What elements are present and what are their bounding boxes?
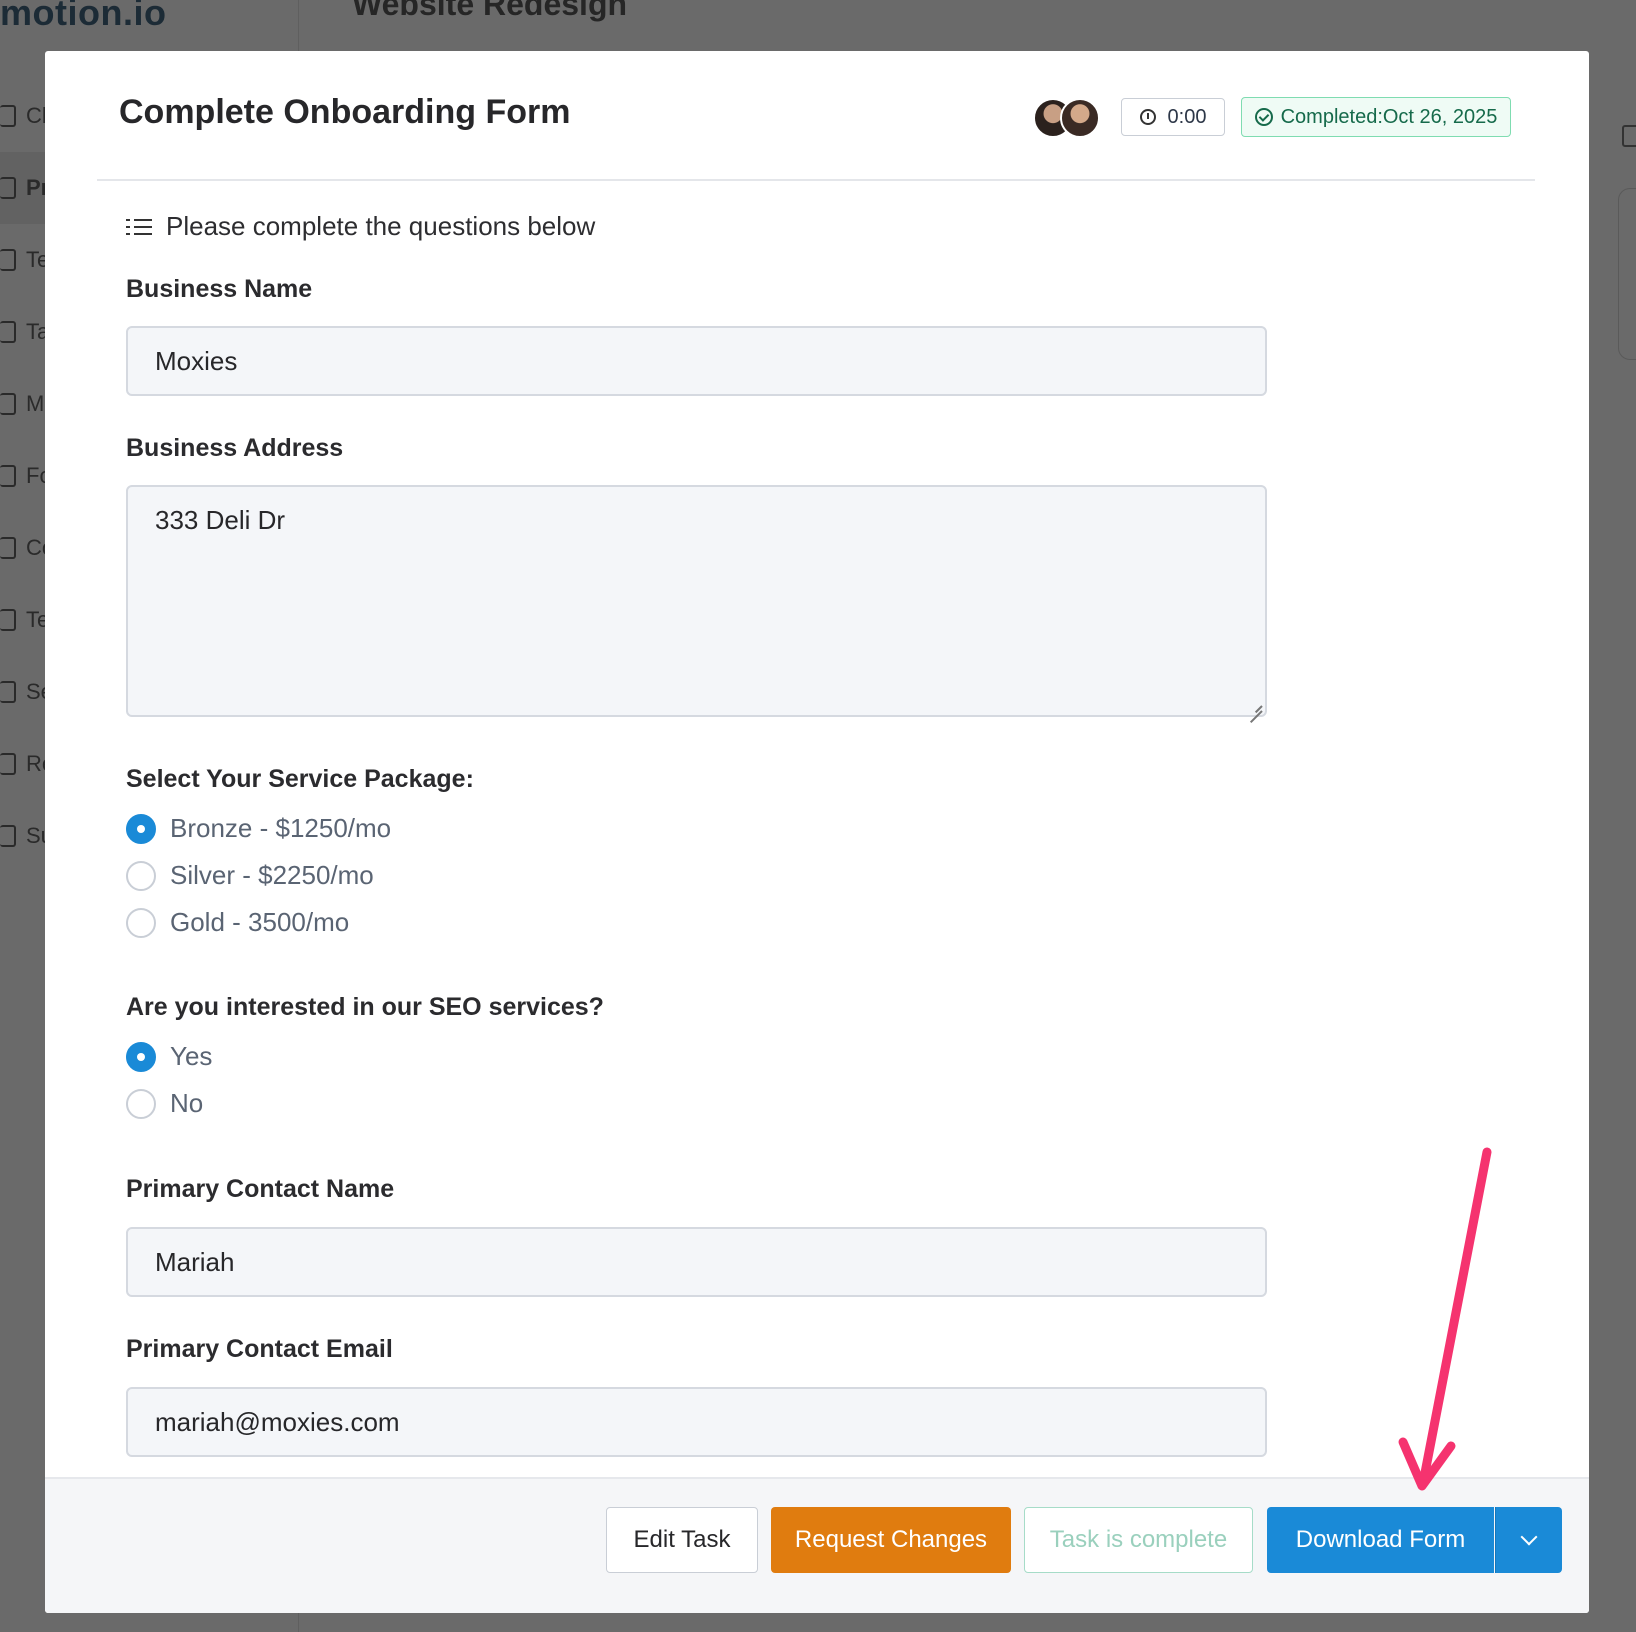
radio-button-checked[interactable] xyxy=(126,813,156,844)
nav-icon xyxy=(0,177,16,199)
resize-handle-icon[interactable] xyxy=(1248,698,1262,712)
option-label: Gold - 3500/mo xyxy=(170,907,350,937)
nav-icon xyxy=(0,393,16,415)
form-intro: Please complete the questions below xyxy=(126,211,595,242)
modal-title: Complete Onboarding Form xyxy=(119,93,571,131)
seo-option[interactable]: No xyxy=(126,1088,203,1119)
completed-date: Completed:Oct 26, 2025 xyxy=(1280,105,1498,128)
business-name-value: Moxies xyxy=(155,345,238,376)
nav-icon xyxy=(0,465,16,487)
nav-icon xyxy=(0,537,16,559)
app-logo: motion.io xyxy=(0,0,167,33)
nav-icon xyxy=(0,681,16,703)
download-options-dropdown[interactable] xyxy=(1495,1507,1562,1573)
service-package-label: Select Your Service Package: xyxy=(126,765,474,793)
nav-icon xyxy=(0,249,16,271)
nav-icon xyxy=(0,609,16,631)
seo-option[interactable]: Yes xyxy=(126,1041,212,1072)
radio-button-checked[interactable] xyxy=(126,1041,156,1072)
radio-button[interactable] xyxy=(126,1088,156,1119)
nav-icon xyxy=(0,753,16,775)
stopwatch-icon xyxy=(1139,109,1156,125)
contact-email-label: Primary Contact Email xyxy=(126,1335,393,1363)
seo-question-label: Are you interested in our SEO services? xyxy=(126,993,604,1021)
business-address-label: Business Address xyxy=(126,434,344,462)
check-circle-icon xyxy=(1254,108,1273,126)
request-changes-button[interactable]: Request Changes xyxy=(771,1507,1011,1573)
modal-header: Complete Onboarding Form 0:00 Completed:… xyxy=(45,51,1589,181)
service-package-option[interactable]: Bronze - $1250/mo xyxy=(126,813,391,844)
option-label: Yes xyxy=(170,1041,213,1071)
business-name-field[interactable]: Moxies xyxy=(126,326,1267,396)
chevron-down-icon xyxy=(1520,1528,1538,1546)
radio-button[interactable] xyxy=(126,907,156,938)
business-address-value: 333 Deli Dr xyxy=(155,505,286,535)
time-tracker-button[interactable]: 0:00 xyxy=(1121,98,1225,136)
background-side-card xyxy=(1618,188,1636,360)
option-label: Bronze - $1250/mo xyxy=(170,813,392,843)
radio-button[interactable] xyxy=(126,860,156,891)
contact-name-field[interactable]: Mariah xyxy=(126,1227,1267,1297)
nav-icon xyxy=(0,825,16,847)
timer-value: 0:00 xyxy=(1167,105,1207,128)
business-address-field[interactable]: 333 Deli Dr xyxy=(126,485,1267,717)
option-label: Silver - $2250/mo xyxy=(170,860,374,890)
project-title: Website Redesign xyxy=(352,0,628,22)
service-package-option[interactable]: Silver - $2250/mo xyxy=(126,860,374,891)
download-form-button[interactable]: Download Form xyxy=(1267,1507,1494,1573)
comment-icon xyxy=(1622,125,1636,147)
contact-name-label: Primary Contact Name xyxy=(126,1175,395,1203)
contact-name-value: Mariah xyxy=(155,1246,235,1277)
form-intro-text: Please complete the questions below xyxy=(166,211,596,241)
contact-email-value: mariah@moxies.com xyxy=(155,1406,400,1437)
task-complete-button: Task is complete xyxy=(1024,1507,1253,1573)
nav-icon xyxy=(0,105,16,127)
assignee-avatars[interactable] xyxy=(1033,98,1101,138)
service-package-option[interactable]: Gold - 3500/mo xyxy=(126,907,349,938)
list-checks-icon xyxy=(126,217,152,237)
modal-footer: Edit Task Request Changes Task is comple… xyxy=(45,1477,1589,1613)
nav-icon xyxy=(0,321,16,343)
option-label: No xyxy=(170,1088,204,1118)
task-modal: Complete Onboarding Form 0:00 Completed:… xyxy=(45,51,1589,1613)
avatar[interactable] xyxy=(1060,98,1100,138)
edit-task-button[interactable]: Edit Task xyxy=(606,1507,758,1573)
contact-email-field[interactable]: mariah@moxies.com xyxy=(126,1387,1267,1457)
business-name-label: Business Name xyxy=(126,275,313,303)
form-body: Please complete the questions below Busi… xyxy=(45,181,1589,1479)
completed-status-badge: Completed:Oct 26, 2025 xyxy=(1241,97,1511,137)
